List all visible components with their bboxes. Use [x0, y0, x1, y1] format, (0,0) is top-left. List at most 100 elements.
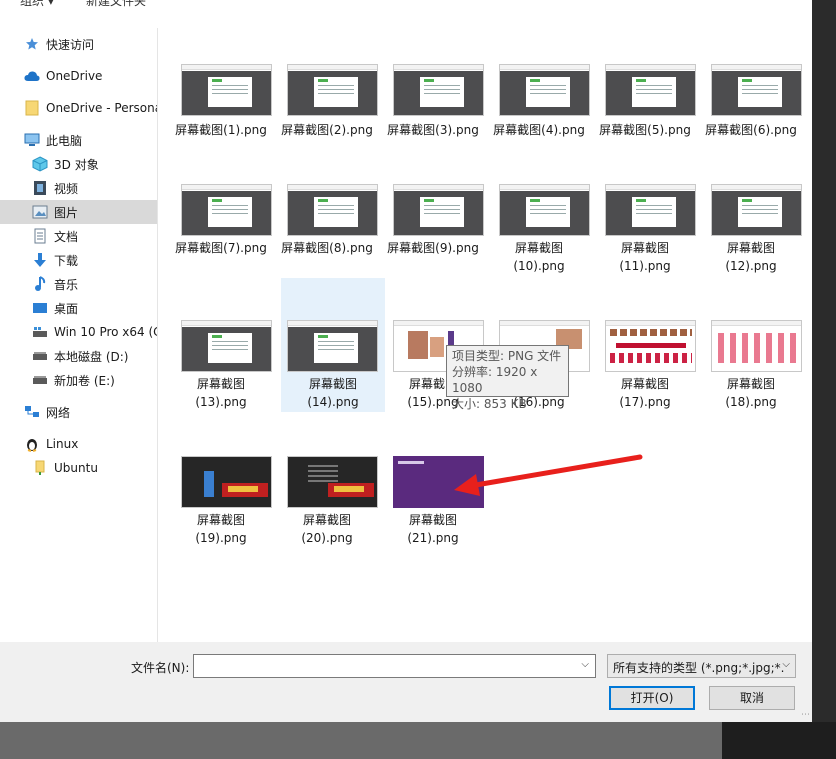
sidebar-item-onedrive[interactable]: OneDrive	[0, 64, 157, 88]
file-item[interactable]: 屏幕截图 (11).png	[593, 184, 697, 280]
resize-grip-icon[interactable]: ⋯	[801, 710, 810, 720]
organize-button[interactable]: 组织 ▾	[20, 0, 54, 9]
sidebar-item-label: 本地磁盘 (D:)	[54, 349, 129, 364]
sidebar-item-label: OneDrive	[46, 69, 103, 83]
file-list[interactable]: 屏幕截图(1).png 屏幕截图(2).png 屏幕截图(3).png 屏幕截图…	[160, 28, 812, 642]
file-info-tooltip: 项目类型: PNG 文件 分辨率: 1920 x 1080 大小: 853 KB	[446, 345, 569, 411]
tooltip-resolution: 分辨率: 1920 x 1080	[452, 365, 538, 395]
file-thumbnail	[287, 64, 378, 116]
sidebar-item-drive-c[interactable]: Win 10 Pro x64 (C	[0, 320, 157, 344]
sidebar-item-downloads[interactable]: 下载	[0, 248, 157, 272]
sidebar-item-label: 音乐	[54, 277, 79, 292]
file-name: 屏幕截图	[408, 513, 457, 527]
sidebar-item-linux[interactable]: Linux	[0, 432, 157, 456]
file-item[interactable]: 屏幕截图(6).png	[699, 64, 803, 144]
cancel-button[interactable]: 取消	[709, 686, 795, 710]
file-thumbnail	[287, 456, 378, 508]
file-thumbnail	[181, 64, 272, 116]
cloud-icon	[24, 68, 40, 84]
file-name: 屏幕截图(3).png	[387, 123, 479, 137]
sidebar-item-network[interactable]: 网络	[0, 400, 157, 424]
sidebar-item-quick-access[interactable]: 快速访问	[0, 32, 157, 56]
file-item[interactable]: 屏幕截图(2).png	[275, 64, 379, 144]
sidebar-item-label: 新加卷 (E:)	[54, 373, 115, 388]
file-name: 屏幕截图	[196, 377, 245, 391]
file-thumbnail	[605, 184, 696, 236]
file-thumbnail	[181, 320, 272, 372]
open-file-dialog: 组织 ▾ 新建文件夹 快速访问 OneDrive OneDrive - Pers…	[0, 0, 812, 722]
file-item[interactable]: 屏幕截图 (12).png	[699, 184, 803, 280]
sidebar-item-label: 快速访问	[46, 37, 95, 52]
sidebar-item-3d-objects[interactable]: 3D 对象	[0, 152, 157, 176]
file-thumbnail	[605, 64, 696, 116]
new-folder-button[interactable]: 新建文件夹	[86, 0, 146, 9]
download-icon	[32, 252, 48, 268]
dialog-footer: 文件名(N): ⌵ 所有支持的类型 (*.png;*.jpg;*. ⌵ 打开(O…	[0, 642, 812, 722]
sidebar-item-label: Ubuntu	[54, 461, 98, 475]
file-type-value: 所有支持的类型 (*.png;*.jpg;*.	[613, 661, 785, 675]
file-name-line2: (10).png	[513, 259, 565, 273]
command-bar: 组织 ▾ 新建文件夹	[0, 0, 812, 10]
red-arrow-annotation	[454, 454, 643, 496]
file-name: 屏幕截图(8).png	[281, 241, 373, 255]
file-thumbnail	[181, 456, 272, 508]
file-item[interactable]: 屏幕截图 (13).png	[169, 278, 273, 412]
drive-icon	[32, 324, 48, 340]
file-item[interactable]: 屏幕截图(4).png	[487, 64, 591, 144]
sidebar-item-ubuntu[interactable]: Ubuntu	[0, 456, 157, 480]
drive-icon	[32, 348, 48, 364]
sidebar-item-videos[interactable]: 视频	[0, 176, 157, 200]
sidebar-item-label: 3D 对象	[54, 157, 99, 172]
file-item[interactable]: 屏幕截图 (17).png	[593, 278, 697, 412]
file-name-line2: (20).png	[301, 531, 353, 545]
sidebar-item-music[interactable]: 音乐	[0, 272, 157, 296]
sidebar-item-label: OneDrive - Persona	[46, 101, 157, 115]
file-name: 屏幕截图	[726, 377, 775, 391]
file-item[interactable]: 屏幕截图(5).png	[593, 64, 697, 144]
sidebar-item-pictures[interactable]: 图片	[0, 200, 157, 224]
file-item[interactable]: 屏幕截图(8).png	[275, 184, 379, 280]
file-name-line2: (14).png	[307, 395, 359, 409]
music-icon	[32, 276, 48, 292]
sidebar-item-drive-d[interactable]: 本地磁盘 (D:)	[0, 344, 157, 368]
file-item[interactable]: 屏幕截图 (10).png	[487, 184, 591, 280]
file-name-line2: (11).png	[619, 259, 671, 273]
file-item[interactable]: 屏幕截图 (18).png	[699, 278, 803, 412]
file-type-select[interactable]: 所有支持的类型 (*.png;*.jpg;*. ⌵	[607, 654, 796, 678]
file-name: 屏幕截图(5).png	[599, 123, 691, 137]
file-name-line2: (21).png	[407, 531, 459, 545]
file-name-line2: (18).png	[725, 395, 777, 409]
filename-combobox[interactable]: ⌵	[193, 654, 596, 678]
sidebar-item-desktop[interactable]: 桌面	[0, 296, 157, 320]
sidebar-item-label: 此电脑	[46, 133, 83, 148]
sidebar-item-this-pc[interactable]: 此电脑	[0, 128, 157, 152]
file-name: 屏幕截图(2).png	[281, 123, 373, 137]
document-icon	[32, 228, 48, 244]
sidebar-item-onedrive-personal[interactable]: OneDrive - Persona	[0, 96, 157, 120]
file-item[interactable]: 屏幕截图(9).png	[381, 184, 485, 280]
sidebar-item-drive-e[interactable]: 新加卷 (E:)	[0, 368, 157, 392]
file-item[interactable]: 屏幕截图 (20).png	[275, 456, 379, 552]
folder-icon	[24, 100, 40, 116]
star-icon	[24, 36, 40, 52]
open-button[interactable]: 打开(O)	[609, 686, 695, 710]
file-thumbnail	[711, 184, 802, 236]
file-name: 屏幕截图(4).png	[493, 123, 585, 137]
drive-icon	[32, 372, 48, 388]
sidebar-item-documents[interactable]: 文档	[0, 224, 157, 248]
sidebar-item-label: Win 10 Pro x64 (C	[54, 325, 157, 339]
network-icon	[24, 404, 40, 420]
sidebar-item-label: 图片	[54, 205, 79, 220]
file-thumbnail	[287, 184, 378, 236]
file-thumbnail	[711, 320, 802, 372]
file-item[interactable]: 屏幕截图 (19).png	[169, 456, 273, 552]
file-name-line2: (12).png	[725, 259, 777, 273]
file-item[interactable]: 屏幕截图(3).png	[381, 64, 485, 144]
video-icon	[32, 180, 48, 196]
file-item[interactable]: 屏幕截图(1).png	[169, 64, 273, 144]
navigation-pane[interactable]: 快速访问 OneDrive OneDrive - Persona 此电脑 3D …	[0, 28, 158, 642]
chevron-down-icon[interactable]: ⌵	[581, 659, 589, 670]
file-item[interactable]: 屏幕截图(7).png	[169, 184, 273, 280]
chevron-down-icon[interactable]: ⌵	[782, 659, 790, 670]
file-item-hovered[interactable]: 屏幕截图 (14).png	[281, 278, 385, 412]
